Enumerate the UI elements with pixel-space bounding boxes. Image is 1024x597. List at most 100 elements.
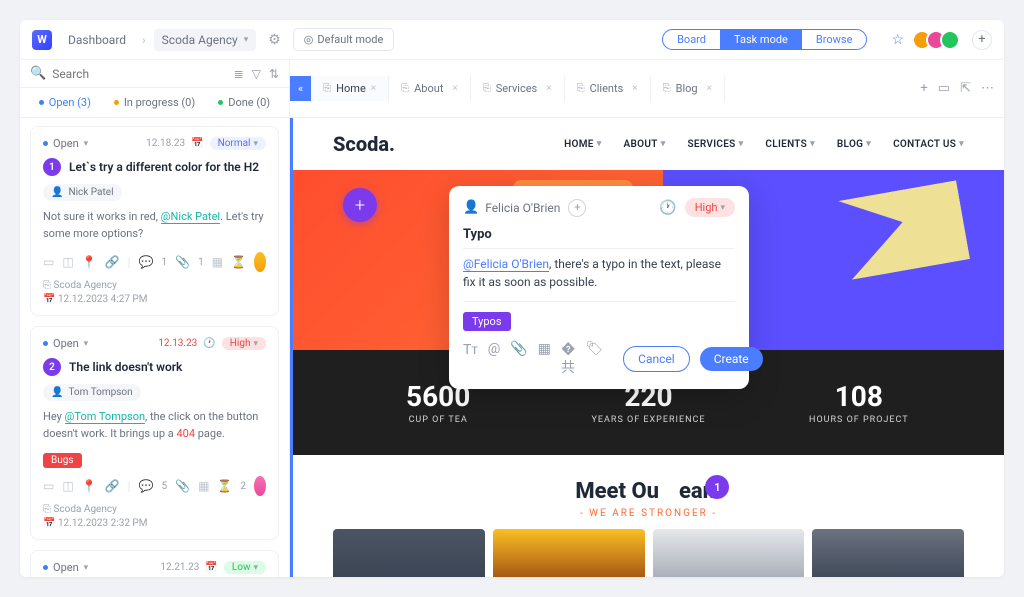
status-pill[interactable]: Open▾ bbox=[43, 137, 88, 150]
comment-icon[interactable]: 💬 bbox=[139, 479, 154, 493]
external-icon[interactable]: ⇱ bbox=[960, 81, 971, 96]
task-card[interactable]: Open▾ 12.13.23 🕐 High▾ 2 The link doesn'… bbox=[30, 326, 279, 540]
create-button[interactable]: Create bbox=[700, 347, 763, 371]
close-icon[interactable]: × bbox=[546, 83, 551, 94]
avatar[interactable] bbox=[254, 252, 266, 272]
view-tab-browse[interactable]: Browse bbox=[802, 30, 867, 49]
window-icon[interactable]: ▦ bbox=[212, 255, 223, 269]
list-icon[interactable]: ≣ bbox=[234, 67, 244, 81]
popup-body-input[interactable]: @Felicia O'Brien, there's a typo in the … bbox=[463, 255, 735, 302]
avatar-stack[interactable] bbox=[918, 30, 960, 50]
logo[interactable]: W bbox=[32, 30, 52, 50]
clock-icon: 🕐 bbox=[203, 338, 215, 349]
filter-icon[interactable]: ▽ bbox=[252, 67, 261, 81]
nav-link-about[interactable]: ABOUT ▾ bbox=[624, 139, 666, 150]
priority-badge[interactable]: Low▾ bbox=[224, 561, 266, 574]
gear-icon[interactable]: ⚙ bbox=[264, 32, 285, 48]
attachment-icon[interactable]: 📎 bbox=[175, 255, 190, 269]
avatar[interactable] bbox=[254, 476, 266, 496]
share-icon[interactable]: �共 bbox=[561, 341, 575, 377]
attachment-icon[interactable]: 📎 bbox=[510, 341, 527, 377]
status-tab-open[interactable]: Open (3) bbox=[20, 88, 110, 117]
sort-icon[interactable]: ⇅ bbox=[269, 67, 279, 81]
mention[interactable]: @Nick Patel bbox=[161, 210, 220, 224]
more-icon[interactable]: ⋯ bbox=[981, 81, 994, 96]
nav-link-clients[interactable]: CLIENTS ▾ bbox=[765, 139, 815, 150]
task-card[interactable]: Open▾ 12.18.23 📅 Normal▾ 1 Let`s try a d… bbox=[30, 126, 279, 316]
text-format-icon[interactable]: Tᴛ bbox=[463, 341, 478, 377]
cancel-button[interactable]: Cancel bbox=[623, 346, 690, 372]
hourglass-icon[interactable]: ⏳ bbox=[231, 255, 246, 269]
view-tab-board[interactable]: Board bbox=[663, 30, 720, 49]
add-tab-button[interactable]: + bbox=[920, 81, 927, 96]
hourglass-icon[interactable]: ⏳ bbox=[217, 479, 232, 493]
comment-icon[interactable]: 💬 bbox=[139, 255, 154, 269]
link-icon[interactable]: 🔗 bbox=[105, 479, 120, 493]
search-input[interactable] bbox=[52, 67, 227, 81]
view-tab-taskmode[interactable]: Task mode bbox=[720, 30, 802, 49]
status-pill[interactable]: Open▾ bbox=[43, 337, 88, 350]
popup-title-input[interactable]: Typo bbox=[463, 227, 735, 249]
task-date: 12.13.23 bbox=[158, 338, 197, 349]
page-tab-about[interactable]: ⎘About× bbox=[389, 76, 471, 101]
nav-link-services[interactable]: SERVICES ▾ bbox=[688, 139, 744, 150]
nav-link-contact[interactable]: CONTACT US ▾ bbox=[893, 139, 964, 150]
stat-value: 108 bbox=[754, 380, 964, 413]
desktop-icon[interactable]: ▭ bbox=[43, 255, 54, 269]
site-brand[interactable]: Scoda. bbox=[333, 132, 395, 156]
task-title: The link doesn't work bbox=[69, 360, 182, 374]
page-tab-home[interactable]: ⎘Home× bbox=[311, 76, 389, 101]
assignee-chip[interactable]: 👤Tom Tompson bbox=[43, 384, 141, 401]
add-assignee-button[interactable]: + bbox=[568, 199, 586, 217]
status-tab-progress[interactable]: In progress (0) bbox=[110, 88, 200, 117]
priority-badge[interactable]: Normal▾ bbox=[210, 137, 266, 150]
nav-link-home[interactable]: HOME ▾ bbox=[564, 139, 601, 150]
close-icon[interactable]: × bbox=[371, 83, 376, 94]
crop-icon[interactable]: ◫ bbox=[62, 255, 73, 269]
link-icon[interactable]: 🔗 bbox=[105, 255, 120, 269]
create-task-popup: 👤 Felicia O'Brien + 🕐 High▾ Typo @Felici… bbox=[449, 186, 749, 389]
status-tab-done[interactable]: Done (0) bbox=[199, 88, 289, 117]
page-tab-blog[interactable]: ⎘Blog× bbox=[651, 76, 725, 101]
close-icon[interactable]: × bbox=[707, 83, 712, 94]
assignee-chip[interactable]: 👤Nick Patel bbox=[43, 184, 122, 201]
date-icon[interactable]: ▦ bbox=[538, 341, 551, 377]
calendar-icon: 📅 bbox=[191, 138, 203, 149]
add-pin-button[interactable]: + bbox=[343, 188, 377, 222]
mention-icon[interactable]: @ bbox=[488, 341, 501, 377]
page-tab-services[interactable]: ⎘Services× bbox=[471, 76, 565, 101]
priority-badge[interactable]: High▾ bbox=[222, 337, 266, 350]
stat-label: YEARS OF EXPERIENCE bbox=[543, 415, 753, 425]
window-icon[interactable]: ▦ bbox=[198, 479, 209, 493]
attachment-icon[interactable]: 📎 bbox=[175, 479, 190, 493]
close-icon[interactable]: × bbox=[452, 83, 457, 94]
collapse-button[interactable]: « bbox=[290, 76, 311, 101]
tag-badge[interactable]: Typos bbox=[463, 312, 511, 331]
pin-icon[interactable]: 📍 bbox=[82, 255, 97, 269]
status-pill[interactable]: Open▾ bbox=[43, 561, 88, 574]
mode-button[interactable]: ◎ Default mode bbox=[293, 28, 395, 51]
star-icon[interactable]: ☆ bbox=[891, 32, 904, 48]
task-card[interactable]: Open▾ 12.21.23 📅 Low▾ 3 Can we remove th… bbox=[30, 550, 279, 577]
add-user-button[interactable]: + bbox=[972, 30, 992, 50]
breadcrumb-project[interactable]: Scoda Agency▾ bbox=[154, 29, 257, 51]
crop-icon[interactable]: ◫ bbox=[62, 479, 73, 493]
team-member bbox=[653, 529, 805, 577]
devices-icon[interactable]: ▭ bbox=[938, 81, 950, 96]
team-subtitle: - WE ARE STRONGER - bbox=[333, 508, 964, 519]
nav-link-blog[interactable]: BLOG ▾ bbox=[837, 139, 871, 150]
priority-selector[interactable]: High▾ bbox=[685, 198, 735, 217]
close-icon[interactable]: × bbox=[632, 83, 637, 94]
tag-icon[interactable]: 🏷 bbox=[585, 341, 603, 377]
desktop-icon[interactable]: ▭ bbox=[43, 479, 54, 493]
breadcrumb-root[interactable]: Dashboard bbox=[60, 29, 134, 51]
mention[interactable]: @Tom Tompson bbox=[65, 410, 146, 424]
pin-icon[interactable]: 📍 bbox=[82, 479, 97, 493]
task-title: Let`s try a different color for the H2 bbox=[69, 160, 259, 174]
assignee-field[interactable]: 👤 Felicia O'Brien bbox=[463, 200, 560, 215]
tag-badge[interactable]: Bugs bbox=[43, 453, 82, 468]
page-tab-clients[interactable]: ⎘Clients× bbox=[565, 76, 651, 101]
clock-icon[interactable]: 🕐 bbox=[659, 200, 676, 216]
mention[interactable]: @Felicia O'Brien bbox=[463, 257, 549, 272]
target-icon: ◎ bbox=[304, 33, 314, 46]
